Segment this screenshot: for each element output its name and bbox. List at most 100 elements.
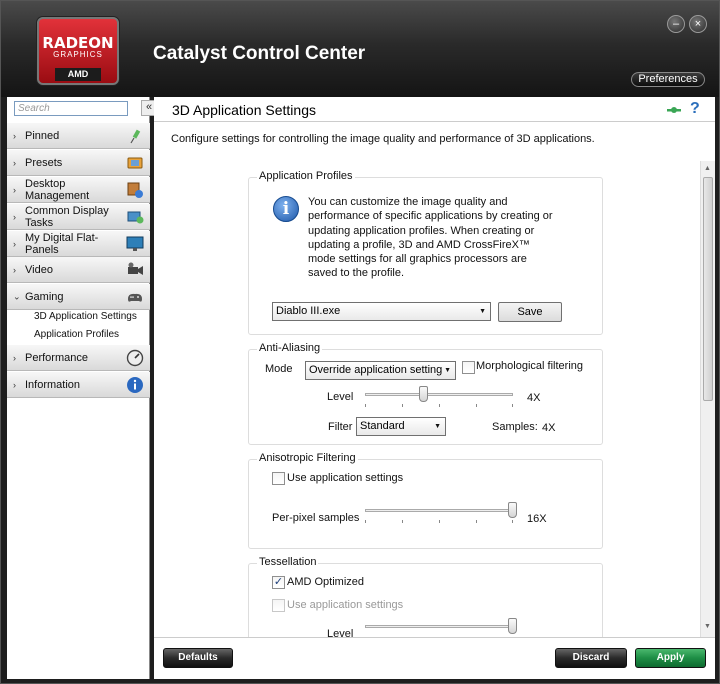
dropdown-arrow-icon: ▼	[444, 367, 451, 374]
aa-level-slider-track[interactable]	[365, 393, 513, 396]
info-icon	[127, 377, 143, 393]
sidebar-item-presets[interactable]: › Presets	[7, 150, 150, 176]
gauge-icon	[126, 349, 144, 367]
sidebar-item-label-line: My Digital Flat-	[25, 231, 99, 244]
sidebar-item-video[interactable]: › Video	[7, 257, 150, 283]
presets-icon	[127, 157, 143, 169]
chevron-right-icon: ›	[13, 157, 16, 168]
scrollbar-thumb[interactable]	[703, 177, 713, 401]
gamepad-icon	[128, 293, 142, 302]
app-title: Catalyst Control Center	[153, 43, 366, 64]
sidebar-item-information[interactable]: › Information	[7, 372, 150, 398]
info-icon: i	[273, 196, 299, 222]
profile-select-value: Diablo III.exe	[276, 305, 341, 317]
logo-line-3: AMD	[55, 68, 101, 81]
filter-label: Filter	[328, 421, 353, 433]
scroll-down-icon[interactable]: ▼	[704, 623, 711, 630]
aa-level-label: Level	[327, 391, 354, 403]
aa-level-slider-thumb[interactable]	[419, 386, 429, 402]
pin-page-icon[interactable]	[666, 103, 682, 117]
aa-mode-select[interactable]: Override application setting ▼	[305, 361, 456, 380]
sidebar-item-common-display-tasks[interactable]: › Common Display Tasks	[7, 204, 150, 230]
footer-bar: Defaults Discard Apply	[154, 637, 715, 679]
sidebar-item-label: My Digital Flat- Panels	[25, 232, 98, 256]
sidebar-item-pinned[interactable]: › Pinned	[7, 123, 150, 149]
vertical-scrollbar[interactable]: ▲ ▼	[700, 161, 715, 637]
samples-label: Samples:	[492, 421, 538, 433]
ccc-window: RADEON GRAPHICS AMD Catalyst Control Cen…	[0, 0, 720, 684]
sidebar-item-label: Video	[25, 263, 53, 276]
radeon-logo: RADEON GRAPHICS AMD	[37, 17, 119, 85]
per-pixel-samples-label: Per-pixel samples	[272, 512, 360, 524]
header-bar: RADEON GRAPHICS AMD Catalyst Control Cen…	[1, 1, 719, 97]
discard-button[interactable]: Discard	[555, 648, 627, 668]
help-icon[interactable]: ?	[690, 100, 700, 118]
sidebar-item-gaming[interactable]: ⌄ Gaming	[7, 284, 150, 310]
chevron-right-icon: ›	[13, 379, 16, 390]
group-heading: Anisotropic Filtering	[257, 452, 358, 464]
close-button[interactable]: ×	[689, 15, 707, 33]
sidebar-item-label-line: Common Display	[25, 204, 109, 217]
anti-aliasing-group: Anti-Aliasing Mode Override application …	[248, 342, 603, 445]
sidebar-item-label: Information	[25, 378, 81, 391]
samples-value: 4X	[542, 422, 556, 434]
chevron-right-icon: ›	[13, 211, 16, 222]
aa-filter-value: Standard	[360, 420, 405, 432]
tess-level-slider-track[interactable]	[365, 625, 513, 628]
profile-select[interactable]: Diablo III.exe ▼	[272, 302, 491, 321]
per-pixel-samples-value: 16X	[527, 513, 547, 525]
aa-filter-select[interactable]: Standard ▼	[356, 417, 446, 436]
tess-level-slider-thumb[interactable]	[508, 618, 517, 634]
defaults-button[interactable]: Defaults	[163, 648, 233, 668]
display-tasks-icon	[127, 211, 144, 224]
aa-mode-value: Override application setting	[309, 364, 443, 376]
sidebar-item-label: Performance	[25, 351, 88, 364]
chevron-down-icon: ⌄	[13, 291, 21, 301]
preferences-button[interactable]: Preferences	[631, 72, 705, 87]
group-heading: Application Profiles	[257, 170, 355, 182]
tess-use-app-settings-label: Use application settings	[287, 599, 404, 611]
per-pixel-slider-thumb[interactable]	[508, 502, 517, 518]
sidebar-item-digital-flat-panels[interactable]: › My Digital Flat- Panels	[7, 231, 150, 257]
dropdown-arrow-icon: ▼	[434, 423, 441, 430]
af-use-app-settings-checkbox[interactable]	[272, 472, 285, 485]
video-camera-icon	[128, 262, 143, 275]
mode-label: Mode	[265, 363, 293, 375]
per-pixel-slider-track[interactable]	[365, 509, 513, 512]
scroll-up-icon[interactable]: ▲	[704, 165, 711, 172]
save-profile-button[interactable]: Save	[498, 302, 562, 322]
aa-level-ticks	[365, 404, 513, 407]
sidebar: Search « › Pinned › Presets › Desktop Man…	[7, 97, 157, 679]
page-description: Configure settings for controlling the i…	[171, 133, 595, 145]
search-input[interactable]: Search	[14, 101, 128, 116]
chevron-right-icon: ›	[13, 184, 16, 195]
monitor-icon	[126, 236, 144, 251]
anisotropic-filtering-group: Anisotropic Filtering Use application se…	[248, 452, 603, 549]
sidebar-item-label-line: Panels	[25, 243, 59, 256]
morphological-filtering-label: Morphological filtering	[476, 360, 583, 372]
apply-button[interactable]: Apply	[635, 648, 706, 668]
group-heading: Anti-Aliasing	[257, 342, 323, 354]
group-heading: Tessellation	[257, 556, 319, 568]
sidebar-item-label: Gaming	[25, 290, 64, 303]
dropdown-arrow-icon: ▼	[479, 308, 486, 315]
chevron-right-icon: ›	[13, 130, 16, 141]
sidebar-item-desktop-management[interactable]: › Desktop Management	[7, 177, 150, 203]
sidebar-subitem-application-profiles[interactable]: Application Profiles	[34, 329, 119, 340]
sidebar-item-performance[interactable]: › Performance	[7, 345, 150, 371]
page-title: 3D Application Settings	[172, 102, 316, 118]
profiles-info-text: You can customize the image quality and …	[308, 196, 553, 280]
morphological-filtering-checkbox[interactable]	[462, 361, 475, 374]
sidebar-item-label: Pinned	[25, 129, 60, 142]
per-pixel-ticks	[365, 520, 513, 523]
amd-optimized-checkbox[interactable]: ✓	[272, 576, 285, 589]
amd-optimized-label: AMD Optimized	[287, 576, 365, 588]
minimize-button[interactable]: –	[667, 15, 685, 33]
af-use-app-settings-label: Use application settings	[287, 472, 404, 484]
main-panel: 3D Application Settings ? Configure sett…	[154, 97, 715, 679]
desktop-icon	[127, 182, 143, 198]
tess-use-app-settings-checkbox[interactable]	[272, 599, 285, 612]
sidebar-item-label: Presets	[25, 156, 63, 169]
sidebar-subitem-3d-application-settings[interactable]: 3D Application Settings	[34, 311, 137, 322]
sidebar-item-label-line: Desktop	[25, 177, 66, 190]
